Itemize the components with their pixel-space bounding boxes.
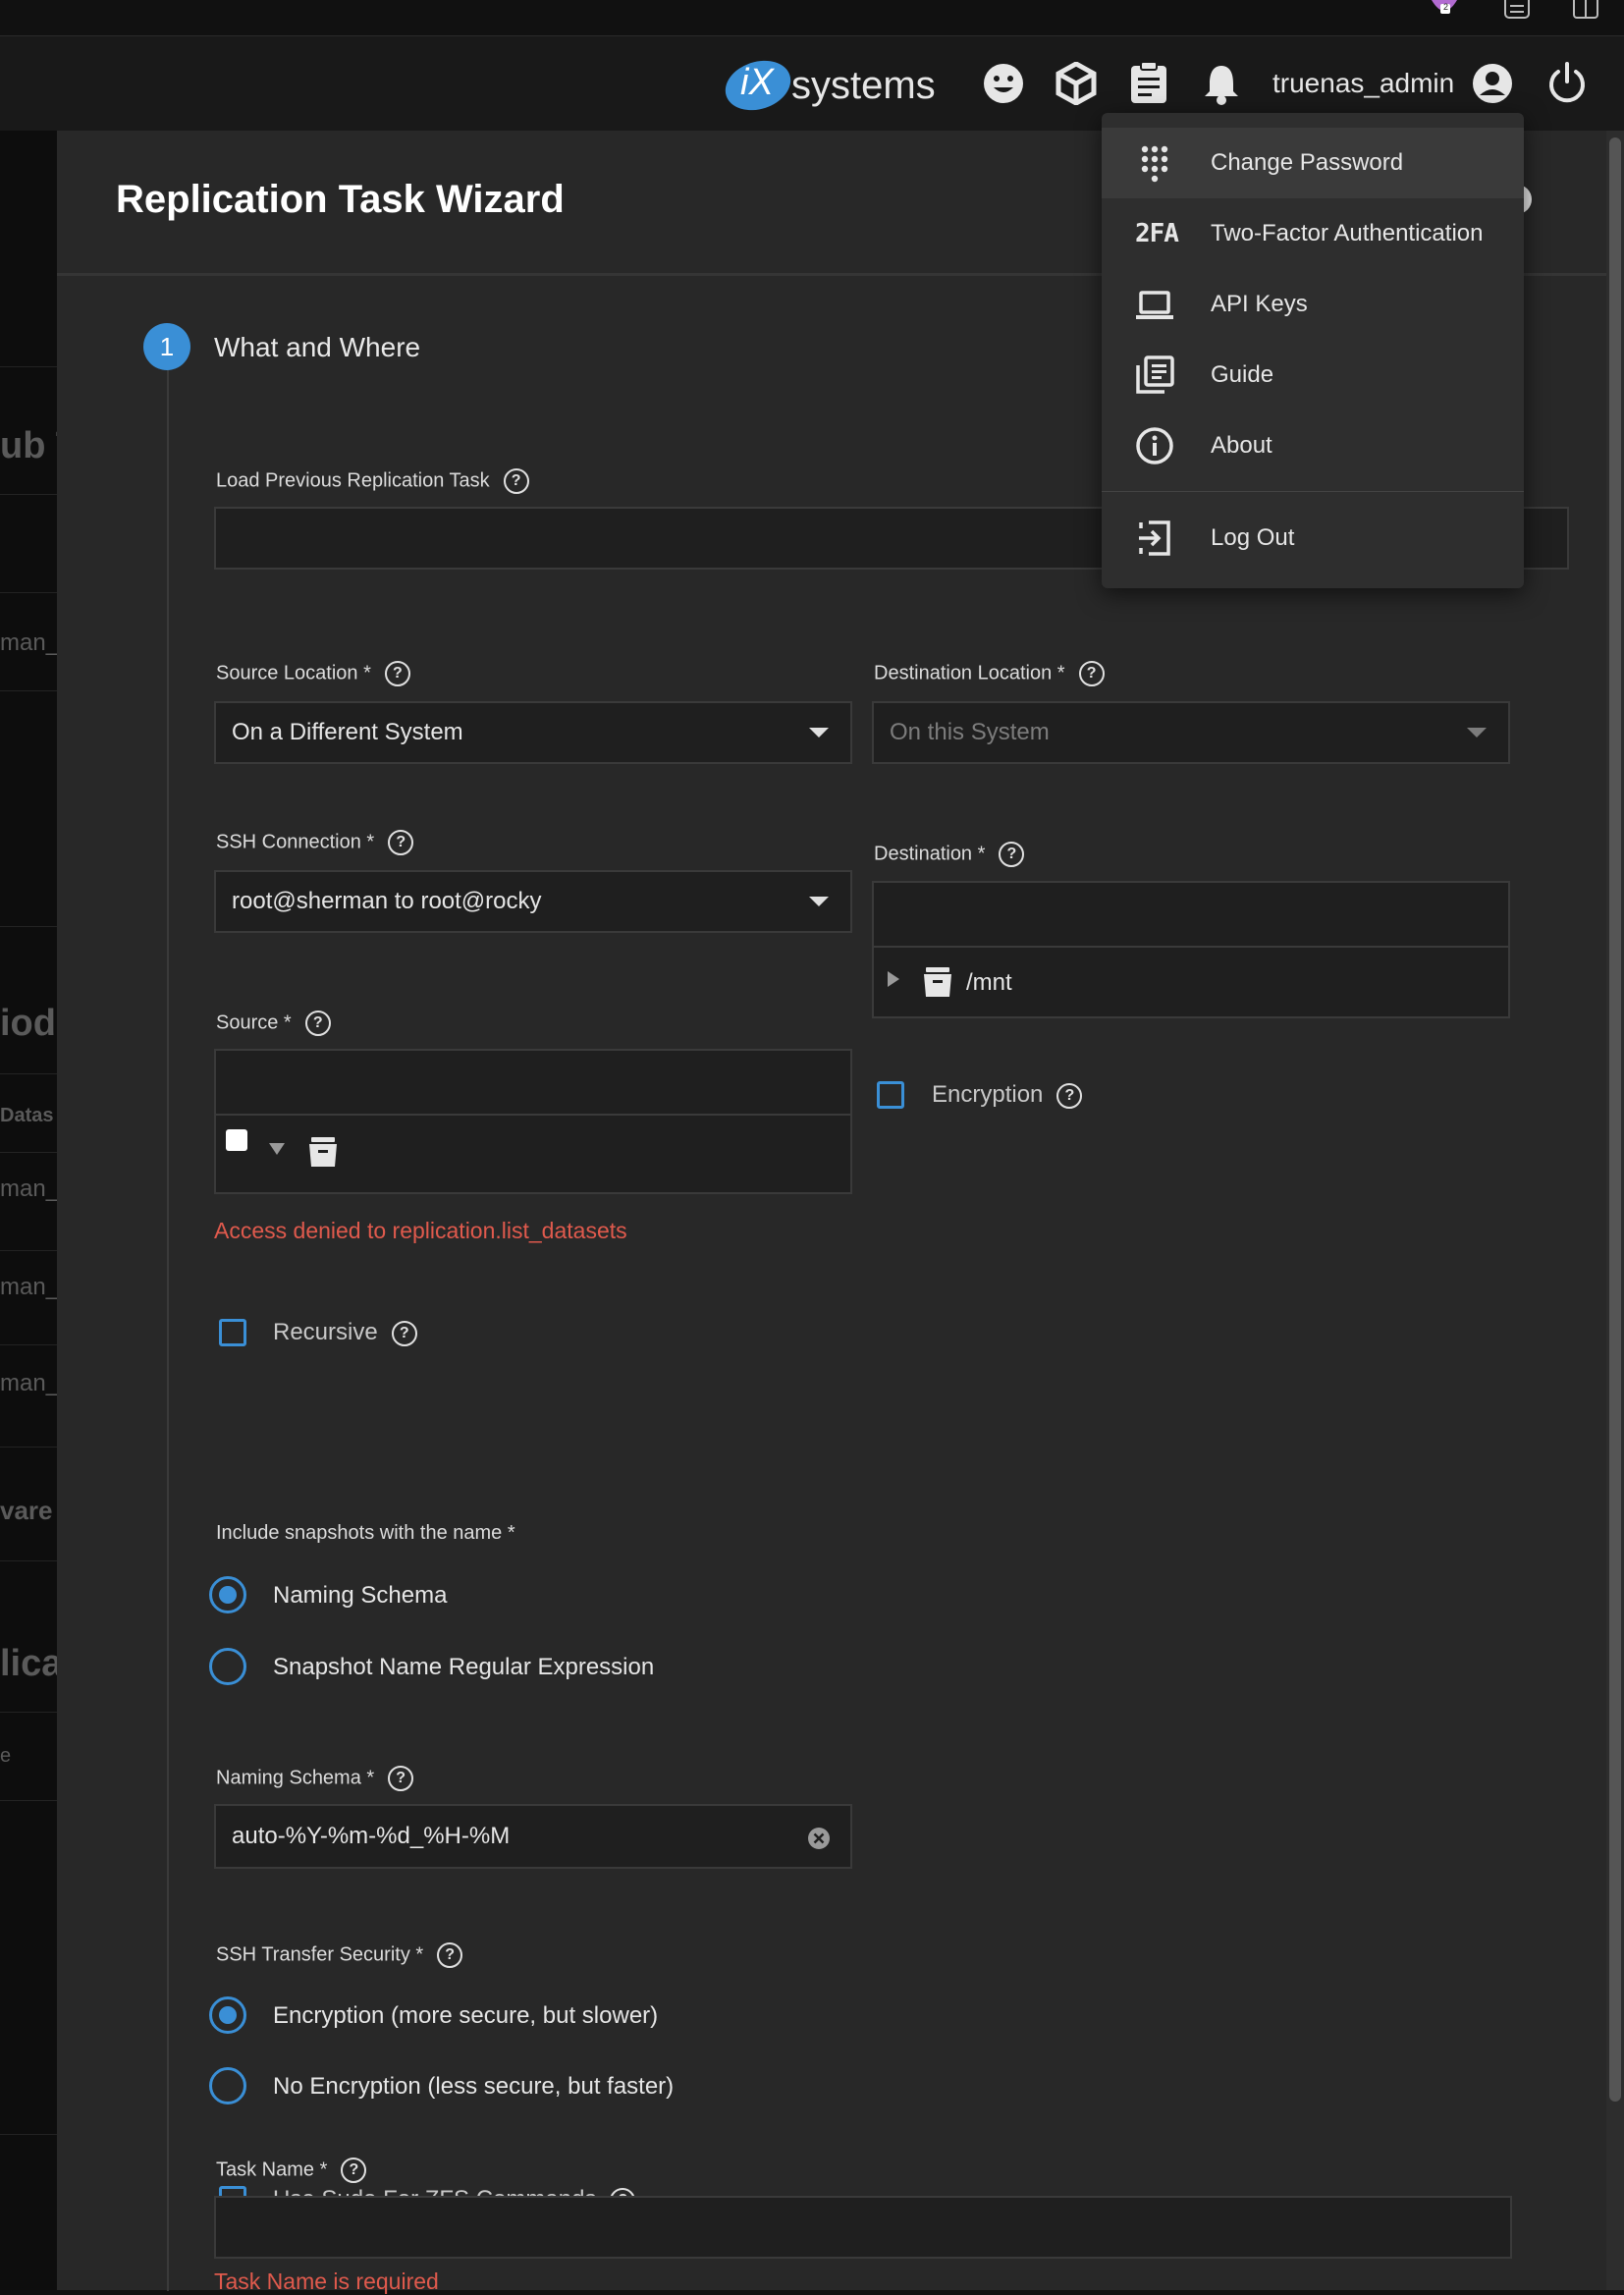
destination-location-label: Destination Location *? — [874, 661, 1105, 686]
info-icon — [1136, 427, 1173, 464]
account-circle-icon[interactable] — [1471, 62, 1514, 105]
logo-mark: iX — [740, 62, 774, 103]
expand-arrow-icon[interactable] — [269, 1143, 285, 1155]
browser-extension-icon[interactable]: 2 — [1430, 0, 1459, 22]
user-account-menu: Change Password 2FA Two-Factor Authentic… — [1102, 113, 1524, 588]
dataset-icon — [924, 967, 951, 997]
ssh-encryption-radio[interactable] — [209, 1996, 246, 2034]
chevron-down-icon — [809, 728, 829, 738]
task-name-label: Task Name *? — [216, 2158, 367, 2183]
expand-arrow-icon[interactable] — [888, 971, 899, 987]
help-icon[interactable]: ? — [503, 468, 529, 494]
scrollbar-thumb[interactable] — [1609, 137, 1621, 2102]
dialpad-icon — [1141, 145, 1168, 183]
menu-item-guide[interactable]: Guide — [1102, 340, 1524, 410]
browser-badge: 2 — [1443, 2, 1449, 12]
bg-fragment: man_ — [0, 1370, 57, 1396]
ssh-transfer-security-label: SSH Transfer Security *? — [216, 1942, 463, 1968]
help-icon[interactable]: ? — [999, 842, 1025, 867]
logo-wordmark: systems — [791, 64, 936, 107]
ssh-connection-label: SSH Connection *? — [216, 830, 414, 855]
dataset-icon — [309, 1137, 337, 1167]
menu-item-log-out[interactable]: Log Out — [1102, 503, 1524, 574]
recursive-label: Recursive? — [273, 1319, 417, 1346]
source-error-message: Access denied to replication.list_datase… — [214, 1218, 627, 1243]
exit-icon — [1139, 520, 1170, 556]
truecommand-icon[interactable] — [1055, 61, 1098, 106]
regex-radio[interactable] — [209, 1648, 246, 1685]
naming-schema-radio[interactable] — [209, 1576, 246, 1613]
bg-fragment: man_ — [0, 1274, 57, 1300]
menu-item-change-password[interactable]: Change Password — [1102, 128, 1524, 198]
tree-node-mnt[interactable]: /mnt — [966, 969, 1012, 997]
destination-input[interactable] — [872, 881, 1510, 948]
destination-location-select[interactable]: On this System — [872, 701, 1510, 764]
help-icon[interactable]: ? — [1056, 1082, 1083, 1109]
naming-schema-input[interactable]: auto-%Y-%m-%d_%H-%M — [214, 1804, 852, 1869]
power-icon[interactable] — [1545, 60, 1589, 103]
bg-fragment: iod — [0, 1003, 56, 1044]
encryption-label: Encryption? — [932, 1081, 1083, 1109]
help-icon[interactable]: ? — [437, 1942, 463, 1968]
destination-label: Destination *? — [874, 842, 1025, 867]
help-icon[interactable]: ? — [384, 661, 410, 686]
source-location-label: Source Location *? — [216, 661, 410, 686]
ssh-no-encryption-option: No Encryption (less secure, but faster) — [273, 2073, 675, 2100]
browser-split-icon[interactable] — [1571, 0, 1600, 22]
menu-divider — [1102, 491, 1524, 492]
task-name-input[interactable] — [214, 2196, 1512, 2259]
bg-fragment: e — [0, 1745, 12, 1767]
help-icon[interactable]: ? — [391, 1320, 417, 1346]
regex-option: Snapshot Name Regular Expression — [273, 1654, 655, 1680]
chevron-down-icon — [1467, 728, 1487, 738]
source-label: Source *? — [216, 1011, 331, 1036]
2fa-icon: 2FA — [1135, 219, 1179, 248]
source-location-select[interactable]: On a Different System — [214, 701, 852, 764]
notifications-bell-icon[interactable] — [1200, 62, 1243, 105]
username-label[interactable]: truenas_admin — [1272, 68, 1454, 99]
ssh-encryption-option: Encryption (more secure, but slower) — [273, 2002, 659, 2029]
chevron-down-icon — [809, 897, 829, 906]
bg-fragment: man_ — [0, 1175, 57, 1202]
destination-tree: /mnt — [872, 948, 1510, 1018]
encryption-checkbox[interactable] — [877, 1081, 904, 1109]
dialog-title: Replication Task Wizard — [116, 178, 565, 221]
naming-schema-label: Naming Schema *? — [216, 1766, 414, 1791]
browser-toolbar: 2 — [0, 0, 1624, 36]
browser-settings-icon[interactable] — [1502, 0, 1532, 22]
step-number-badge: 1 — [143, 323, 190, 370]
stepper-line — [167, 366, 169, 2291]
recursive-checkbox[interactable] — [219, 1319, 246, 1346]
bg-fragment: man_ — [0, 629, 57, 656]
bg-fragment: Datas — [0, 1105, 54, 1126]
background-page: ub T man_ iod Datas man_ man_ man_ vare … — [0, 131, 57, 2290]
ssh-no-encryption-radio[interactable] — [209, 2067, 246, 2104]
source-input[interactable] — [214, 1049, 852, 1116]
menu-item-two-factor[interactable]: 2FA Two-Factor Authentication — [1102, 198, 1524, 269]
jobs-clipboard-icon[interactable] — [1127, 60, 1170, 103]
help-icon[interactable]: ? — [341, 2158, 367, 2183]
source-tree — [214, 1116, 852, 1194]
menu-item-api-keys[interactable]: API Keys — [1102, 269, 1524, 340]
bg-fragment: vare S — [0, 1496, 57, 1525]
help-icon[interactable]: ? — [388, 1766, 414, 1791]
laptop-icon — [1136, 291, 1173, 319]
tree-node-checkbox[interactable] — [226, 1129, 247, 1151]
feedback-icon[interactable] — [982, 62, 1025, 105]
menu-item-about[interactable]: About — [1102, 410, 1524, 481]
ssh-connection-select[interactable]: root@sherman to root@rocky — [214, 870, 852, 933]
task-name-error-message: Task Name is required — [214, 2268, 439, 2294]
naming-schema-option: Naming Schema — [273, 1582, 448, 1609]
clear-icon[interactable] — [807, 1827, 831, 1850]
library-books-icon — [1136, 355, 1174, 394]
help-icon[interactable]: ? — [304, 1011, 331, 1036]
help-icon[interactable]: ? — [388, 830, 414, 855]
bg-fragment: lica — [0, 1643, 57, 1684]
bg-fragment: ub T — [0, 425, 57, 466]
load-previous-label: Load Previous Replication Task? — [216, 468, 529, 494]
step-title[interactable]: What and Where — [214, 332, 420, 363]
ixsystems-logo[interactable]: iX systems — [723, 54, 948, 113]
include-snapshots-label: Include snapshots with the name * — [216, 1522, 515, 1544]
help-icon[interactable]: ? — [1078, 661, 1105, 686]
